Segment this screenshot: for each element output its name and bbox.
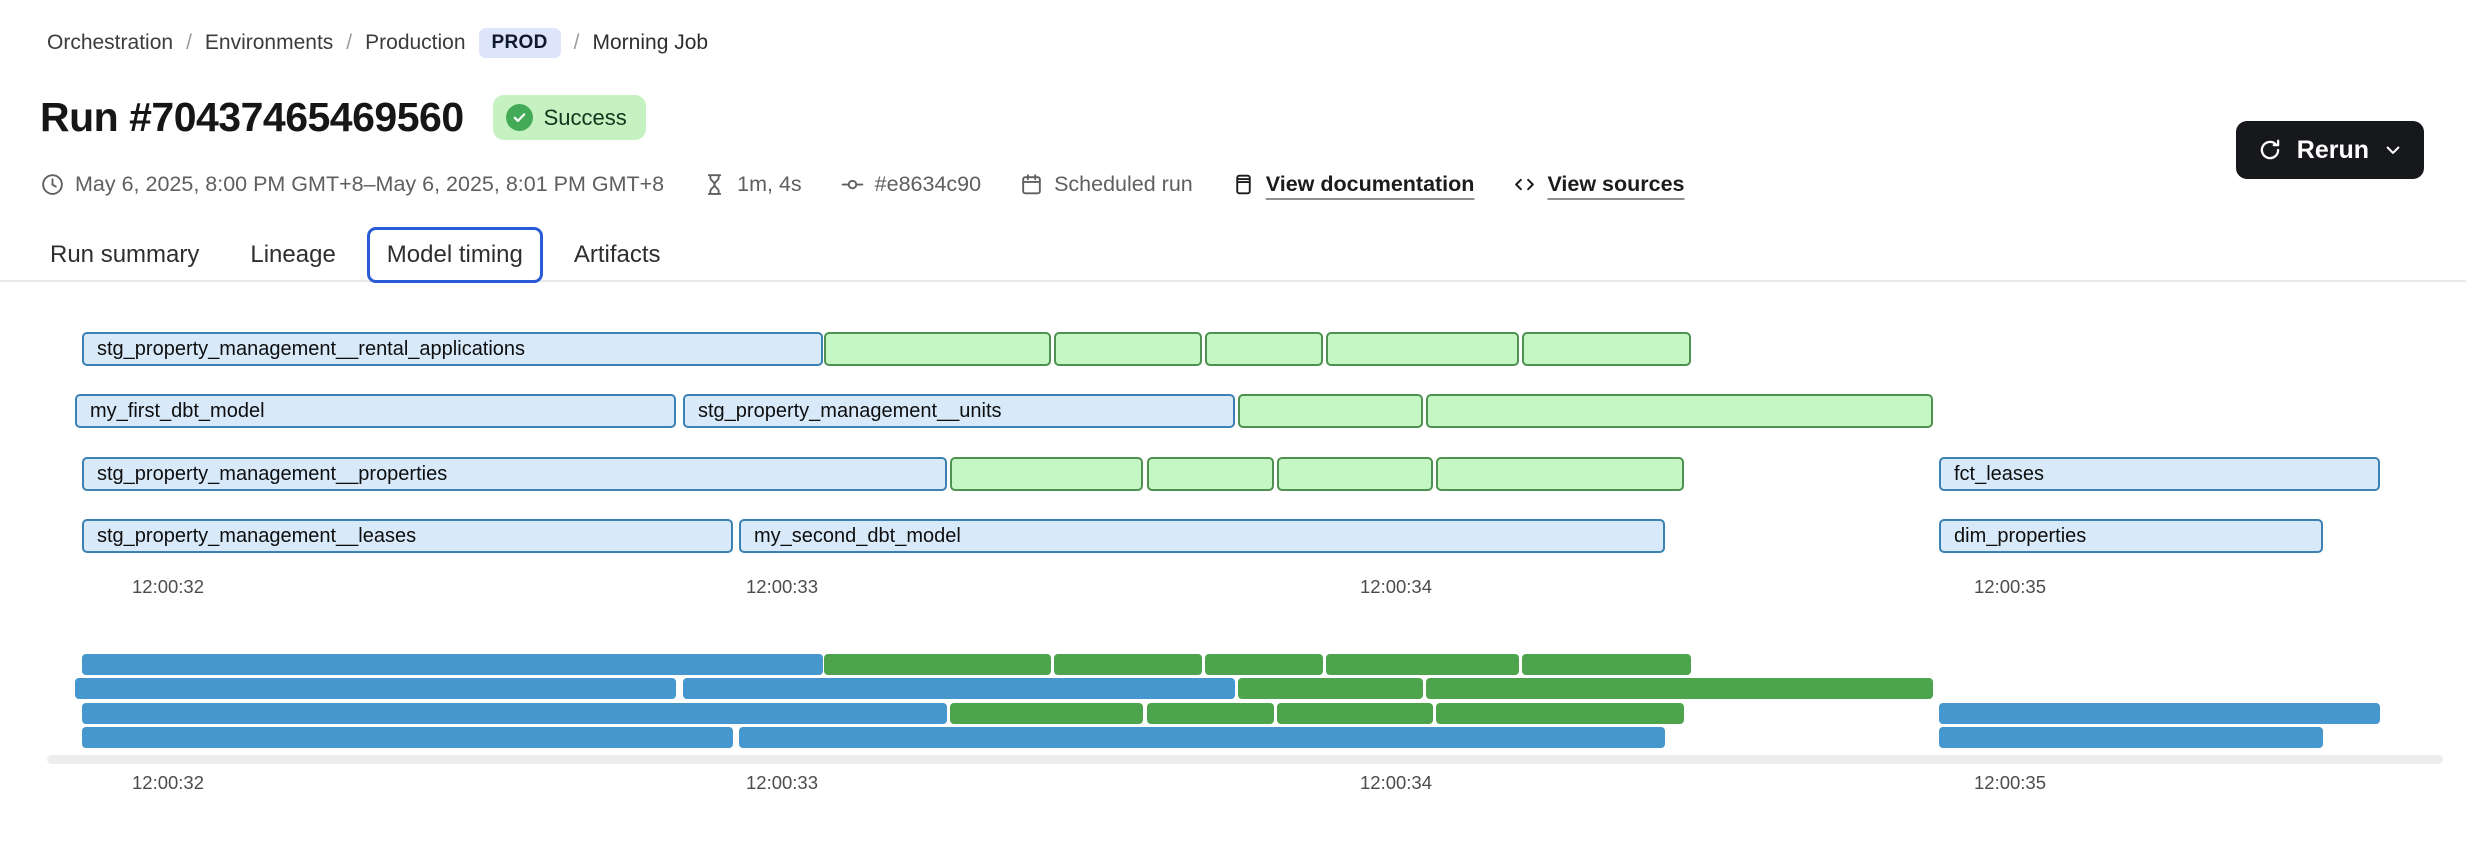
axis-tick-label: 12:00:33 xyxy=(746,576,818,598)
gantt-bar[interactable] xyxy=(1426,394,1933,428)
minimap-bar xyxy=(739,727,1665,748)
minimap-bar xyxy=(1436,703,1684,724)
model-timing-chart: stg_property_management__rental_applicat… xyxy=(0,0,2466,842)
minimap-bar xyxy=(824,654,1051,675)
tab-bar: Run summaryLineageModel timingArtifacts xyxy=(30,227,681,283)
tab-artifacts[interactable]: Artifacts xyxy=(554,227,681,283)
minimap-bar xyxy=(683,678,1235,699)
gantt-bar[interactable]: stg_property_management__rental_applicat… xyxy=(82,332,823,366)
scrollbar-track[interactable] xyxy=(47,755,2443,764)
gantt-bar-label: fct_leases xyxy=(1941,463,2044,486)
minimap-bar xyxy=(1939,727,2323,748)
minimap-bar xyxy=(75,678,676,699)
gantt-bar[interactable]: stg_property_management__properties xyxy=(82,457,947,491)
gantt-bar-label: stg_property_management__units xyxy=(685,400,1002,423)
axis-tick-label: 12:00:35 xyxy=(1974,772,2046,794)
minimap-bar xyxy=(82,654,823,675)
minimap-bar xyxy=(1277,703,1433,724)
gantt-bar[interactable] xyxy=(824,332,1051,366)
axis-tick-label: 12:00:34 xyxy=(1360,772,1432,794)
gantt-bar-label: stg_property_management__rental_applicat… xyxy=(84,338,525,361)
tab-run-summary[interactable]: Run summary xyxy=(30,227,219,283)
axis-tick-label: 12:00:33 xyxy=(746,772,818,794)
gantt-bar[interactable]: my_second_dbt_model xyxy=(739,519,1665,553)
gantt-bar-label: my_first_dbt_model xyxy=(77,400,265,423)
gantt-bar[interactable] xyxy=(1277,457,1433,491)
gantt-bar[interactable] xyxy=(1326,332,1519,366)
gantt-bar[interactable] xyxy=(1522,332,1691,366)
gantt-bar[interactable] xyxy=(1205,332,1323,366)
minimap-bar xyxy=(82,727,733,748)
tab-lineage[interactable]: Lineage xyxy=(230,227,355,283)
gantt-bar-label: stg_property_management__properties xyxy=(84,463,447,486)
minimap-bar xyxy=(82,703,947,724)
gantt-bar-label: stg_property_management__leases xyxy=(84,525,416,548)
gantt-bar[interactable]: my_first_dbt_model xyxy=(75,394,676,428)
axis-tick-label: 12:00:35 xyxy=(1974,576,2046,598)
minimap-bar xyxy=(1939,703,2380,724)
minimap-bar xyxy=(950,703,1143,724)
minimap-bar xyxy=(1522,654,1691,675)
tab-model-timing[interactable]: Model timing xyxy=(367,227,543,283)
gantt-bar[interactable] xyxy=(1147,457,1274,491)
minimap-bar xyxy=(1326,654,1519,675)
minimap-bar xyxy=(1426,678,1933,699)
gantt-bar[interactable]: fct_leases xyxy=(1939,457,2380,491)
axis-tick-label: 12:00:34 xyxy=(1360,576,1432,598)
gantt-bar-label: my_second_dbt_model xyxy=(741,525,961,548)
gantt-bar[interactable] xyxy=(950,457,1143,491)
axis-tick-label: 12:00:32 xyxy=(132,576,204,598)
minimap-bar xyxy=(1205,654,1323,675)
gantt-bar[interactable]: dim_properties xyxy=(1939,519,2323,553)
minimap-bar xyxy=(1147,703,1274,724)
gantt-bar[interactable] xyxy=(1054,332,1202,366)
gantt-bar[interactable]: stg_property_management__leases xyxy=(82,519,733,553)
minimap-bar xyxy=(1238,678,1423,699)
gantt-bar[interactable] xyxy=(1238,394,1423,428)
gantt-bar[interactable]: stg_property_management__units xyxy=(683,394,1235,428)
minimap-bar xyxy=(1054,654,1202,675)
axis-tick-label: 12:00:32 xyxy=(132,772,204,794)
gantt-bar[interactable] xyxy=(1436,457,1684,491)
gantt-bar-label: dim_properties xyxy=(1941,525,2086,548)
